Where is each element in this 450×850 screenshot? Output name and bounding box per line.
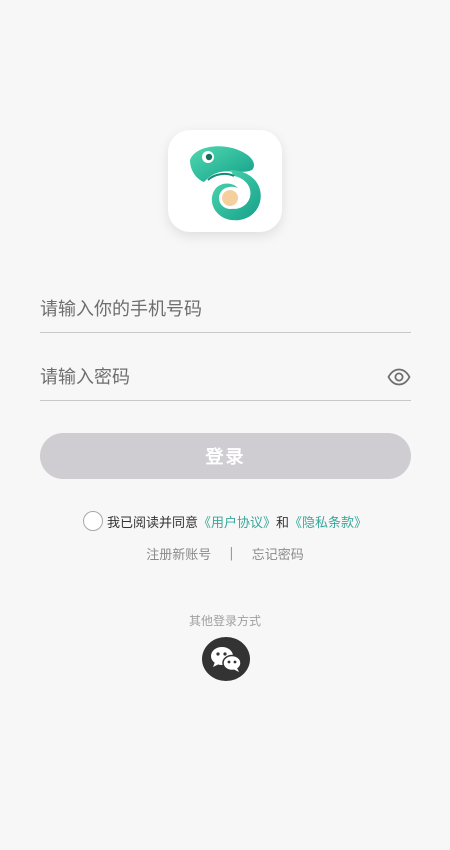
other-login-label: 其他登录方式 [188,614,261,628]
password-input[interactable] [40,355,370,399]
agree-checkbox[interactable] [82,511,103,531]
agreement-row: 我已阅读并同意 《用户协议》 和 《隐私条款》 [0,509,450,533]
user-agreement-link[interactable]: 《用户协议》 [198,512,276,531]
forgot-password-link[interactable]: 忘记密码 [252,544,304,563]
phone-input[interactable] [40,287,370,331]
wechat-login-button[interactable] [202,637,250,681]
phone-field [40,287,411,333]
chameleon-logo-icon [190,146,261,221]
privacy-policy-link[interactable]: 《隐私条款》 [289,512,367,531]
links-divider: | [229,545,234,561]
password-field [40,355,411,401]
login-screen: 登录 我已阅读并同意 《用户协议》 和 《隐私条款》 注册新账号 | 忘记密码 … [0,0,450,850]
agreement-conjunction: 和 [276,515,290,531]
wechat-icon [211,647,242,672]
login-button[interactable]: 登录 [40,433,411,479]
app-logo [168,130,282,232]
account-links: 注册新账号 | 忘记密码 [0,543,450,563]
register-link[interactable]: 注册新账号 [146,544,211,563]
agreement-prefix: 我已阅读并同意 [106,515,198,531]
eye-icon[interactable] [387,365,411,389]
